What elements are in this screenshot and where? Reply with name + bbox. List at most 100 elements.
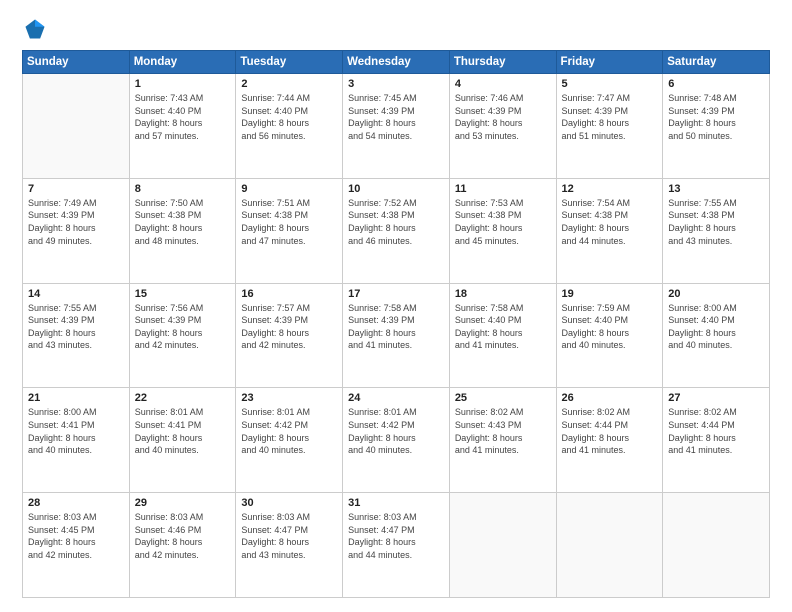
day-number: 11 bbox=[455, 183, 551, 195]
calendar-cell: 8Sunrise: 7:50 AMSunset: 4:38 PMDaylight… bbox=[129, 178, 236, 283]
calendar-header-sunday: Sunday bbox=[23, 51, 130, 74]
day-number: 13 bbox=[668, 183, 764, 195]
calendar-cell: 16 Sunrise: 7:57 AMSunset: 4:39 PMDayligh… bbox=[236, 283, 343, 388]
calendar-cell: 27Sunrise: 8:02 AMSunset: 4:44 PMDayligh… bbox=[663, 388, 770, 493]
calendar-cell: 18 Sunrise: 7:58 AMSunset: 4:40 PMDayligh… bbox=[449, 283, 556, 388]
calendar-cell: 23Sunrise: 8:01 AMSunset: 4:42 PMDayligh… bbox=[236, 388, 343, 493]
calendar-cell bbox=[23, 74, 130, 179]
day-number: 21 bbox=[28, 392, 124, 404]
day-number: 19 bbox=[562, 288, 658, 300]
calendar-cell: 15Sunrise: 7:56 AMSunset: 4:39 PMDayligh… bbox=[129, 283, 236, 388]
cell-info: Sunrise: 7:51 AMSunset: 4:38 PMDaylight:… bbox=[241, 197, 337, 247]
cell-info: Sunrise: 7:55 AMSunset: 4:39 PMDaylight:… bbox=[28, 302, 124, 352]
cell-info: Sunrise: 8:02 AMSunset: 4:43 PMDaylight:… bbox=[455, 406, 551, 456]
day-number: 18 bbox=[455, 288, 551, 300]
cell-info: Sunrise: 7:48 AMSunset: 4:39 PMDaylight:… bbox=[668, 92, 764, 142]
calendar-cell: 29Sunrise: 8:03 AMSunset: 4:46 PMDayligh… bbox=[129, 493, 236, 598]
cell-info: Sunrise: 7:59 AMSunset: 4:40 PMDaylight:… bbox=[562, 302, 658, 352]
cell-info: Sunrise: 7:46 AMSunset: 4:39 PMDaylight:… bbox=[455, 92, 551, 142]
calendar-cell: 17 Sunrise: 7:58 AMSunset: 4:39 PMDayligh… bbox=[343, 283, 450, 388]
calendar-cell: 26 Sunrise: 8:02 AMSunset: 4:44 PMDayligh… bbox=[556, 388, 663, 493]
day-number: 4 bbox=[455, 78, 551, 90]
cell-info: Sunrise: 7:56 AMSunset: 4:39 PMDaylight:… bbox=[135, 302, 231, 352]
cell-info: Sunrise: 8:02 AMSunset: 4:44 PMDaylight:… bbox=[562, 406, 658, 456]
calendar-cell: 24 Sunrise: 8:01 AMSunset: 4:42 PMDayligh… bbox=[343, 388, 450, 493]
calendar-cell bbox=[556, 493, 663, 598]
day-number: 12 bbox=[562, 183, 658, 195]
logo-icon bbox=[24, 18, 46, 40]
calendar-cell: 19 Sunrise: 7:59 AMSunset: 4:40 PMDayligh… bbox=[556, 283, 663, 388]
day-number: 10 bbox=[348, 183, 444, 195]
calendar-cell: 3 Sunrise: 7:45 AMSunset: 4:39 PMDaylight… bbox=[343, 74, 450, 179]
cell-info: Sunrise: 7:52 AMSunset: 4:38 PMDaylight:… bbox=[348, 197, 444, 247]
calendar-cell: 6 Sunrise: 7:48 AMSunset: 4:39 PMDaylight… bbox=[663, 74, 770, 179]
cell-info: Sunrise: 8:03 AMSunset: 4:45 PMDaylight:… bbox=[28, 511, 124, 561]
day-number: 24 bbox=[348, 392, 444, 404]
page: SundayMondayTuesdayWednesdayThursdayFrid… bbox=[0, 0, 792, 612]
calendar-cell: 22 Sunrise: 8:01 AMSunset: 4:41 PMDayligh… bbox=[129, 388, 236, 493]
day-number: 3 bbox=[348, 78, 444, 90]
calendar-cell: 9 Sunrise: 7:51 AMSunset: 4:38 PMDaylight… bbox=[236, 178, 343, 283]
cell-info: Sunrise: 8:00 AMSunset: 4:40 PMDaylight:… bbox=[668, 302, 764, 352]
calendar-cell bbox=[449, 493, 556, 598]
day-number: 5 bbox=[562, 78, 658, 90]
cell-info: Sunrise: 7:49 AMSunset: 4:39 PMDaylight:… bbox=[28, 197, 124, 247]
cell-info: Sunrise: 8:01 AMSunset: 4:41 PMDaylight:… bbox=[135, 406, 231, 456]
day-number: 7 bbox=[28, 183, 124, 195]
calendar-cell: 28 Sunrise: 8:03 AMSunset: 4:45 PMDayligh… bbox=[23, 493, 130, 598]
calendar-week-4: 28 Sunrise: 8:03 AMSunset: 4:45 PMDayligh… bbox=[23, 493, 770, 598]
cell-info: Sunrise: 7:55 AMSunset: 4:38 PMDaylight:… bbox=[668, 197, 764, 247]
calendar-cell: 7 Sunrise: 7:49 AMSunset: 4:39 PMDaylight… bbox=[23, 178, 130, 283]
day-number: 30 bbox=[241, 497, 337, 509]
calendar-cell: 25 Sunrise: 8:02 AMSunset: 4:43 PMDayligh… bbox=[449, 388, 556, 493]
calendar-header-monday: Monday bbox=[129, 51, 236, 74]
calendar-cell: 11 Sunrise: 7:53 AMSunset: 4:38 PMDayligh… bbox=[449, 178, 556, 283]
day-number: 16 bbox=[241, 288, 337, 300]
calendar-header-saturday: Saturday bbox=[663, 51, 770, 74]
cell-info: Sunrise: 7:58 AMSunset: 4:40 PMDaylight:… bbox=[455, 302, 551, 352]
calendar-cell: 14 Sunrise: 7:55 AMSunset: 4:39 PMDayligh… bbox=[23, 283, 130, 388]
cell-info: Sunrise: 7:53 AMSunset: 4:38 PMDaylight:… bbox=[455, 197, 551, 247]
day-number: 25 bbox=[455, 392, 551, 404]
day-number: 9 bbox=[241, 183, 337, 195]
day-number: 26 bbox=[562, 392, 658, 404]
day-number: 17 bbox=[348, 288, 444, 300]
cell-info: Sunrise: 8:01 AMSunset: 4:42 PMDaylight:… bbox=[241, 406, 337, 456]
cell-info: Sunrise: 8:03 AMSunset: 4:47 PMDaylight:… bbox=[241, 511, 337, 561]
calendar-cell: 21Sunrise: 8:00 AMSunset: 4:41 PMDayligh… bbox=[23, 388, 130, 493]
day-number: 27 bbox=[668, 392, 764, 404]
calendar-table: SundayMondayTuesdayWednesdayThursdayFrid… bbox=[22, 50, 770, 598]
day-number: 2 bbox=[241, 78, 337, 90]
cell-info: Sunrise: 7:57 AMSunset: 4:39 PMDaylight:… bbox=[241, 302, 337, 352]
calendar-cell: 4 Sunrise: 7:46 AMSunset: 4:39 PMDaylight… bbox=[449, 74, 556, 179]
cell-info: Sunrise: 7:44 AMSunset: 4:40 PMDaylight:… bbox=[241, 92, 337, 142]
calendar-cell: 5 Sunrise: 7:47 AMSunset: 4:39 PMDaylight… bbox=[556, 74, 663, 179]
calendar-cell: 30 Sunrise: 8:03 AMSunset: 4:47 PMDayligh… bbox=[236, 493, 343, 598]
cell-info: Sunrise: 7:58 AMSunset: 4:39 PMDaylight:… bbox=[348, 302, 444, 352]
calendar-week-2: 14 Sunrise: 7:55 AMSunset: 4:39 PMDayligh… bbox=[23, 283, 770, 388]
logo bbox=[22, 18, 46, 40]
calendar-cell: 31 Sunrise: 8:03 AMSunset: 4:47 PMDayligh… bbox=[343, 493, 450, 598]
day-number: 22 bbox=[135, 392, 231, 404]
cell-info: Sunrise: 8:01 AMSunset: 4:42 PMDaylight:… bbox=[348, 406, 444, 456]
cell-info: Sunrise: 8:03 AMSunset: 4:47 PMDaylight:… bbox=[348, 511, 444, 561]
calendar-header-wednesday: Wednesday bbox=[343, 51, 450, 74]
cell-info: Sunrise: 7:43 AMSunset: 4:40 PMDaylight:… bbox=[135, 92, 231, 142]
calendar-cell: 2 Sunrise: 7:44 AMSunset: 4:40 PMDaylight… bbox=[236, 74, 343, 179]
calendar-cell: 12 Sunrise: 7:54 AMSunset: 4:38 PMDayligh… bbox=[556, 178, 663, 283]
cell-info: Sunrise: 7:54 AMSunset: 4:38 PMDaylight:… bbox=[562, 197, 658, 247]
cell-info: Sunrise: 7:45 AMSunset: 4:39 PMDaylight:… bbox=[348, 92, 444, 142]
calendar-cell: 1Sunrise: 7:43 AMSunset: 4:40 PMDaylight… bbox=[129, 74, 236, 179]
cell-info: Sunrise: 7:50 AMSunset: 4:38 PMDaylight:… bbox=[135, 197, 231, 247]
header bbox=[22, 18, 770, 40]
calendar-week-0: 1Sunrise: 7:43 AMSunset: 4:40 PMDaylight… bbox=[23, 74, 770, 179]
cell-info: Sunrise: 7:47 AMSunset: 4:39 PMDaylight:… bbox=[562, 92, 658, 142]
day-number: 28 bbox=[28, 497, 124, 509]
day-number: 20 bbox=[668, 288, 764, 300]
calendar-week-1: 7 Sunrise: 7:49 AMSunset: 4:39 PMDaylight… bbox=[23, 178, 770, 283]
day-number: 14 bbox=[28, 288, 124, 300]
day-number: 31 bbox=[348, 497, 444, 509]
calendar-week-3: 21Sunrise: 8:00 AMSunset: 4:41 PMDayligh… bbox=[23, 388, 770, 493]
day-number: 29 bbox=[135, 497, 231, 509]
day-number: 6 bbox=[668, 78, 764, 90]
